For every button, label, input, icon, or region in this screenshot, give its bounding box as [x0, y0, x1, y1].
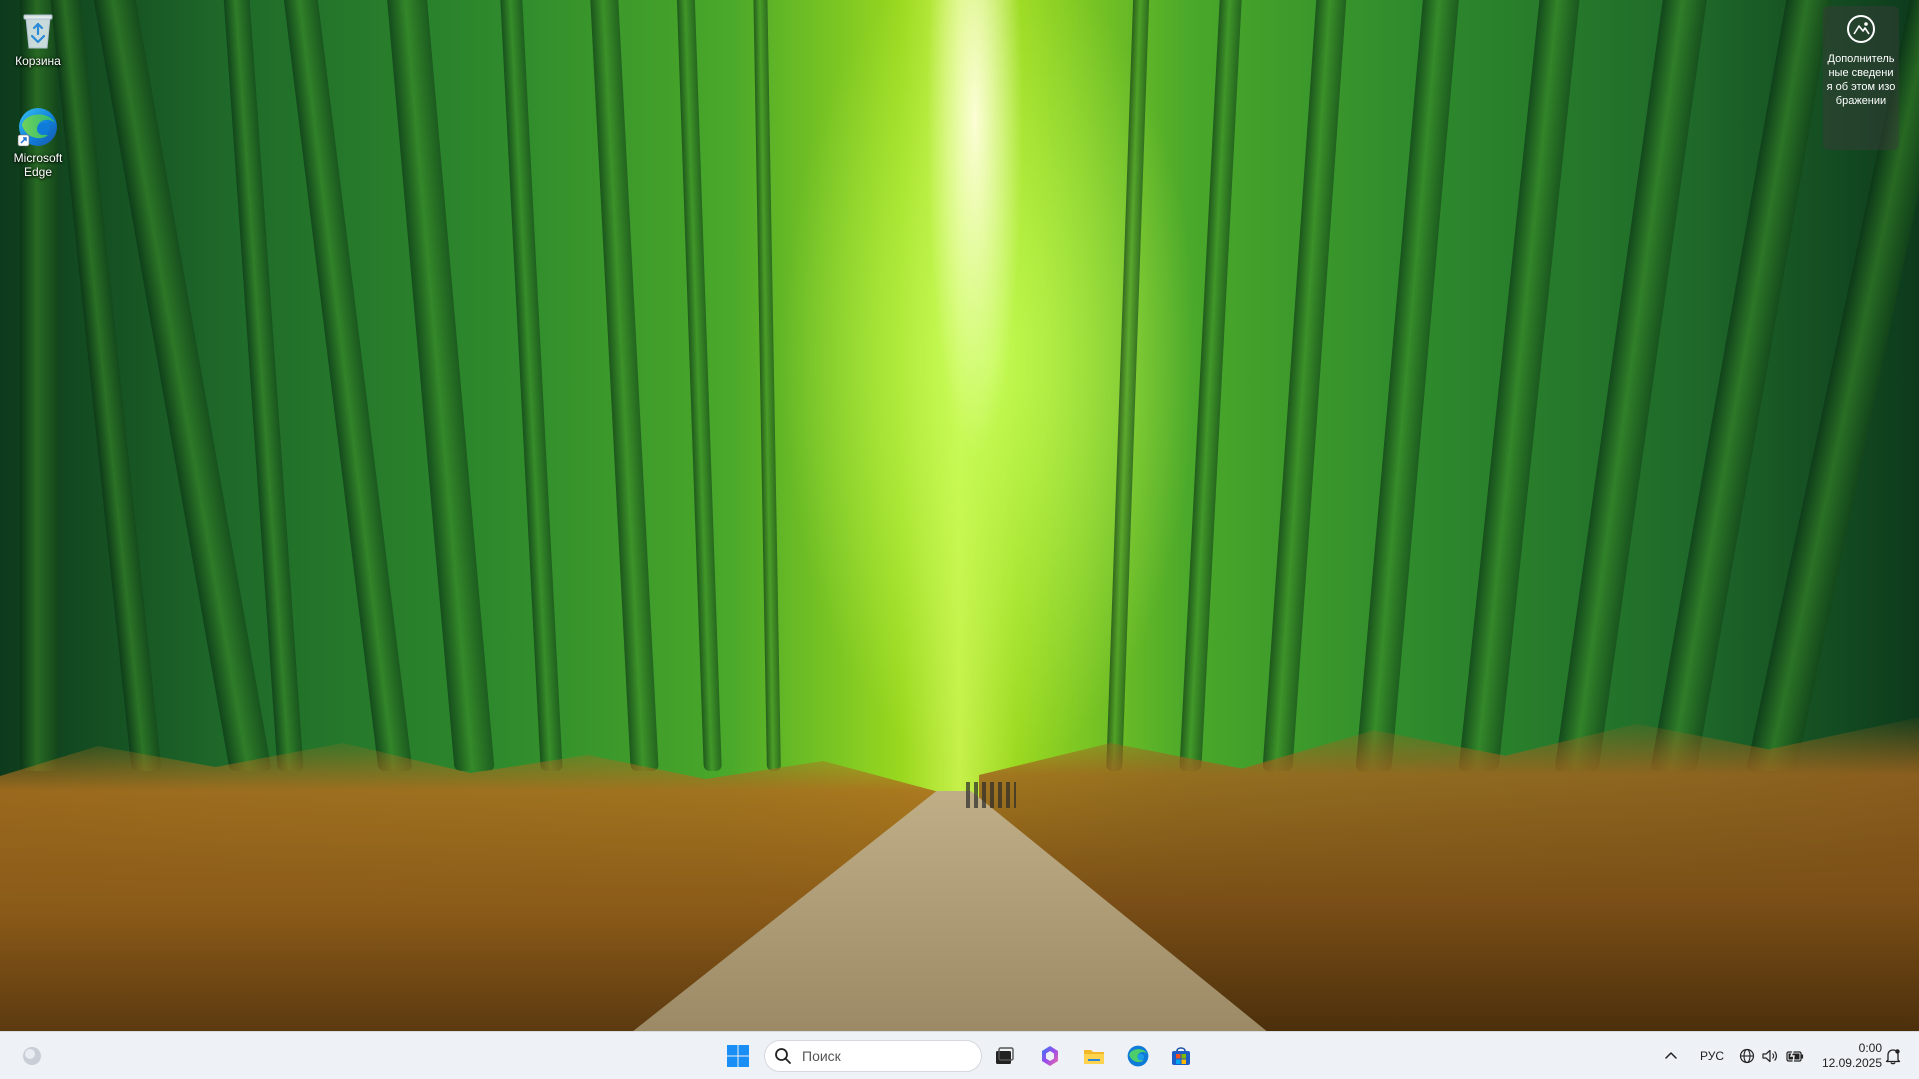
wallpaper-stalk: [499, 0, 563, 771]
edge-icon: [16, 105, 60, 149]
copilot-icon: [1042, 1046, 1058, 1066]
wallpaper-stalk: [1106, 0, 1150, 771]
wallpaper-stalk: [281, 0, 413, 771]
search-input[interactable]: [800, 1047, 974, 1065]
clock-date-button[interactable]: 0:00 12.09.2025: [1812, 1041, 1882, 1071]
windows-logo-icon: [727, 1045, 749, 1067]
wallpaper-stalk: [385, 0, 495, 771]
store-button[interactable]: [1164, 1039, 1198, 1073]
wallpaper-stalk: [1179, 0, 1243, 771]
store-icon: [1172, 1047, 1190, 1065]
desktop-icon-label: Microsoft Edge: [13, 151, 63, 179]
task-view-icon: [996, 1047, 1014, 1064]
clock-time: 0:00: [1858, 1041, 1882, 1055]
taskbar-search-box[interactable]: [764, 1040, 982, 1072]
input-language-indicator[interactable]: РУС: [1696, 1045, 1728, 1067]
desktop-wallpaper: Корзина Microsoft Edge Дополнительные св…: [0, 0, 1919, 1031]
start-button[interactable]: [721, 1039, 755, 1073]
edge-icon: [1127, 1045, 1149, 1067]
spotlight-camera-icon: [1846, 14, 1876, 44]
spotlight-text: Дополнительные сведения об этом изображе…: [1826, 53, 1896, 107]
network-globe-icon: [1739, 1048, 1755, 1064]
spotlight-info-button[interactable]: Дополнительные сведения об этом изображе…: [1823, 6, 1899, 150]
file-explorer-button[interactable]: [1077, 1039, 1111, 1073]
widgets-button[interactable]: [15, 1039, 49, 1073]
wallpaper-stalk: [1458, 0, 1582, 771]
show-hidden-icons-button[interactable]: [1654, 1039, 1688, 1073]
wallpaper-stalk: [676, 0, 722, 771]
wallpaper-people: [966, 782, 1016, 808]
edge-taskbar-button[interactable]: [1121, 1039, 1155, 1073]
search-icon: [775, 1048, 791, 1064]
volume-icon: [1762, 1049, 1777, 1063]
recycle-bin-icon: [16, 8, 60, 52]
wallpaper-stalk: [589, 0, 659, 771]
battery-icon: [1786, 1048, 1804, 1064]
desktop-icon-recycle-bin[interactable]: Корзина: [1, 8, 75, 68]
wallpaper-stalk: [1262, 0, 1348, 771]
taskbar: РУС 0:00 12.09.2025: [0, 1031, 1919, 1079]
notification-bell-icon: [1885, 1049, 1901, 1065]
clock-date: 12.09.2025: [1821, 1056, 1882, 1070]
copilot-button[interactable]: [1033, 1039, 1067, 1073]
chevron-up-icon: [1665, 1052, 1677, 1059]
task-view-button[interactable]: [987, 1039, 1021, 1073]
desktop-icon-label: Корзина: [15, 54, 61, 68]
wallpaper-stalk: [1355, 0, 1461, 771]
notification-center-button[interactable]: [1876, 1039, 1910, 1073]
folder-icon: [1084, 1050, 1104, 1064]
quick-settings-button[interactable]: [1736, 1040, 1808, 1072]
desktop-icon-microsoft-edge[interactable]: Microsoft Edge: [1, 105, 75, 179]
wallpaper-stalk: [753, 0, 781, 771]
weather-icon: [23, 1047, 41, 1065]
